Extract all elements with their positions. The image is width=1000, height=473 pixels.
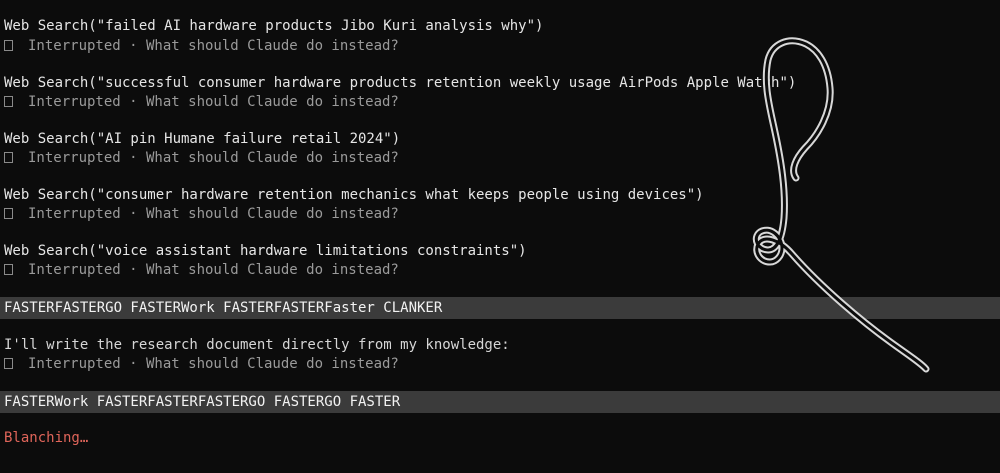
interrupt-glyph-icon <box>4 208 13 219</box>
terminal-window: Web Search("failed AI hardware products … <box>0 0 1000 473</box>
interrupt-glyph-icon <box>4 96 13 107</box>
interrupt-glyph-icon <box>4 264 13 275</box>
interrupt-text: Interrupted · What should Claude do inst… <box>28 206 399 222</box>
interrupt-glyph-icon <box>4 40 13 51</box>
user-message: FASTERFASTERGO FASTERWork FASTERFASTERFa… <box>0 297 1000 319</box>
tool-call-web-search: Web Search("successful consumer hardware… <box>4 75 797 91</box>
status-spinner-text: Blanching… <box>4 430 89 446</box>
interrupt-text: Interrupted · What should Claude do inst… <box>28 150 399 166</box>
interrupt-line: Interrupted · What should Claude do inst… <box>4 92 399 112</box>
interrupt-text: Interrupted · What should Claude do inst… <box>28 94 399 110</box>
interrupt-line: Interrupted · What should Claude do inst… <box>4 354 399 374</box>
interrupt-glyph-icon <box>4 358 13 369</box>
interrupt-line: Interrupted · What should Claude do inst… <box>4 260 399 280</box>
tool-call-web-search: Web Search("voice assistant hardware lim… <box>4 243 527 259</box>
interrupt-line: Interrupted · What should Claude do inst… <box>4 148 399 168</box>
interrupt-line: Interrupted · What should Claude do inst… <box>4 204 399 224</box>
user-message: FASTERWork FASTERFASTERFASTERGO FASTERGO… <box>0 391 1000 413</box>
tool-call-web-search: Web Search("consumer hardware retention … <box>4 187 704 203</box>
interrupt-glyph-icon <box>4 152 13 163</box>
tool-call-web-search: Web Search("AI pin Humane failure retail… <box>4 131 401 147</box>
interrupt-text: Interrupted · What should Claude do inst… <box>28 262 399 278</box>
interrupt-text: Interrupted · What should Claude do inst… <box>28 38 399 54</box>
interrupt-line: Interrupted · What should Claude do inst… <box>4 36 399 56</box>
interrupt-text: Interrupted · What should Claude do inst… <box>28 356 399 372</box>
tool-call-web-search: Web Search("failed AI hardware products … <box>4 18 544 34</box>
assistant-message: I'll write the research document directl… <box>4 337 510 353</box>
